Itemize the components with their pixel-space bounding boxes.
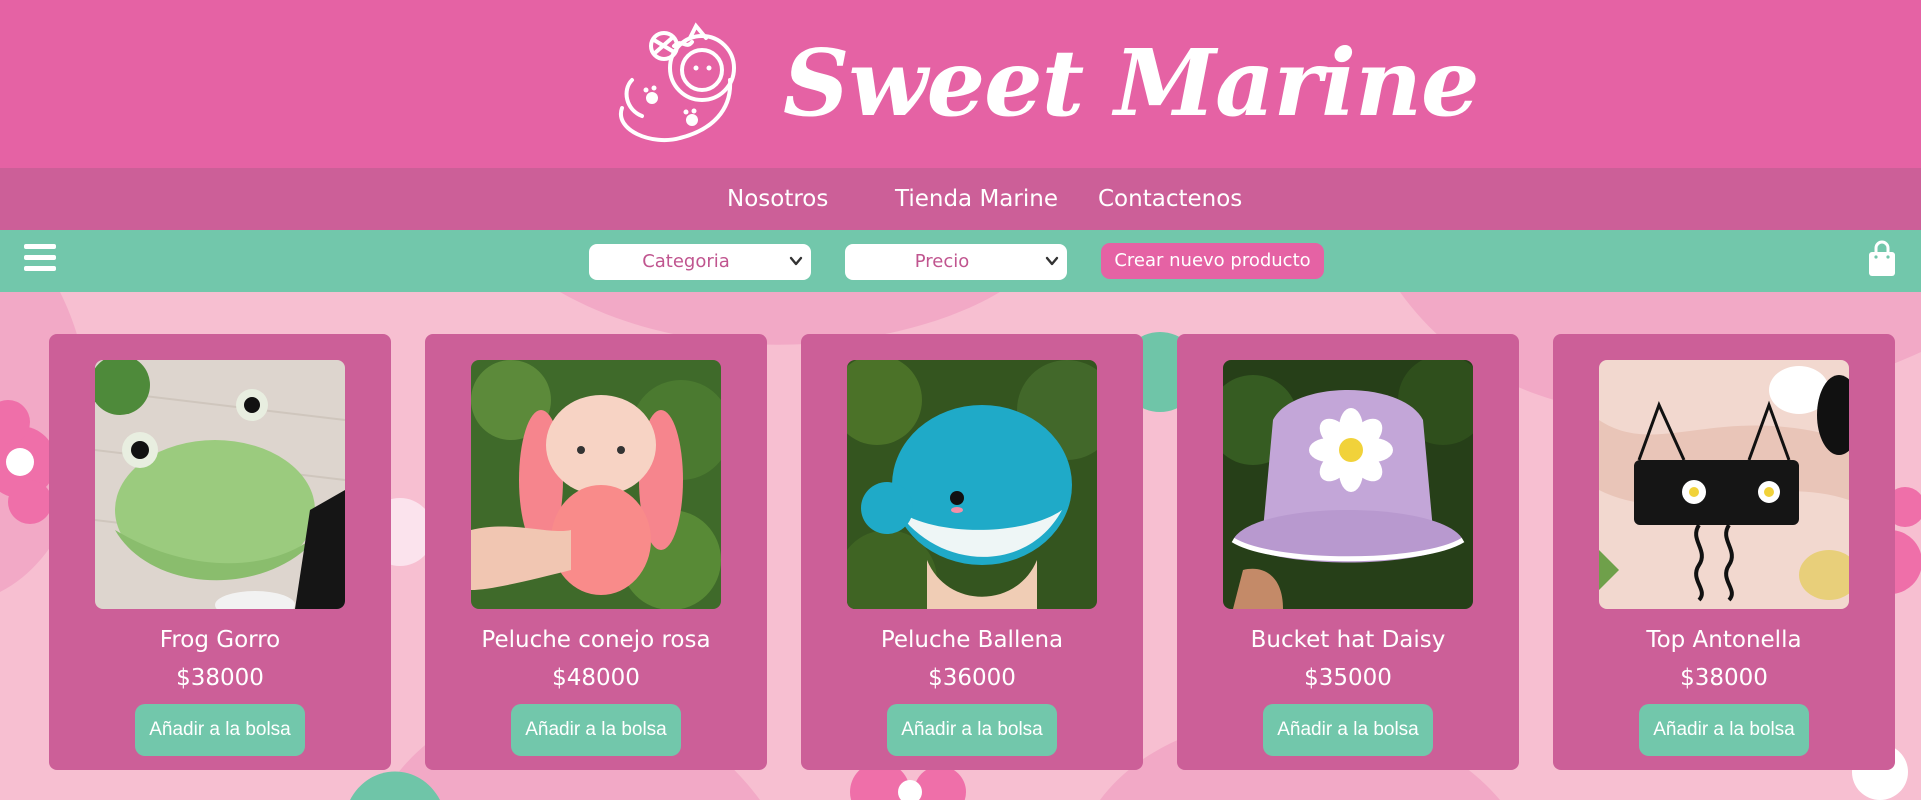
pink-bunny-image [471,360,721,609]
product-card: Bucket hat Daisy $35000 Añadir a la bols… [1177,334,1519,770]
nav-link-contactenos[interactable]: Contactenos [1098,184,1242,214]
add-to-bag-button[interactable]: Añadir a la bolsa [511,704,681,756]
product-image [1223,360,1473,609]
add-to-bag-button[interactable]: Añadir a la bolsa [1639,704,1809,756]
product-image [847,360,1097,609]
product-price: $38000 [176,665,264,691]
product-image [95,360,345,609]
product-card: Frog Gorro $38000 Añadir a la bolsa [49,334,391,770]
create-product-button[interactable]: Crear nuevo producto [1101,243,1324,279]
brand-name[interactable]: Sweet Marine [783,28,1480,138]
add-to-bag-button[interactable]: Añadir a la bolsa [135,704,305,756]
black-top-image [1599,360,1849,609]
product-title: Top Antonella [1646,627,1802,653]
product-card: Top Antonella $38000 Añadir a la bolsa [1553,334,1895,770]
blue-whale-image [847,360,1097,609]
frog-hat-image [95,360,345,609]
add-to-bag-button[interactable]: Añadir a la bolsa [887,704,1057,756]
product-title: Peluche conejo rosa [481,627,711,653]
chevron-down-icon [1045,256,1059,266]
product-title: Frog Gorro [159,627,281,653]
category-select[interactable]: Categoria [589,244,811,280]
product-card: Peluche Ballena $36000 Añadir a la bolsa [801,334,1143,770]
site-header: Sweet Marine [0,0,1921,168]
product-price: $36000 [928,665,1016,691]
daisy-hat-image [1223,360,1473,609]
add-to-bag-button[interactable]: Añadir a la bolsa [1263,704,1433,756]
product-price: $48000 [552,665,640,691]
chevron-down-icon [789,256,803,266]
nav-link-tienda-marine[interactable]: Tienda Marine [895,184,1058,214]
shopping-bag-icon[interactable] [1867,240,1897,278]
cat-astronaut-logo-icon[interactable] [612,20,758,148]
filter-toolbar: Categoria Precio Crear nuevo producto [0,230,1921,292]
product-price: $38000 [1680,665,1768,691]
product-card: Peluche conejo rosa $48000 Añadir a la b… [425,334,767,770]
product-title: Peluche Ballena [880,627,1064,653]
product-image [471,360,721,609]
nav-link-nosotros[interactable]: Nosotros [727,184,828,214]
main-nav: Nosotros Tienda Marine Contactenos [0,168,1921,230]
price-select[interactable]: Precio [845,244,1067,280]
product-image [1599,360,1849,609]
price-select-value: Precio [914,251,970,272]
hamburger-menu-icon[interactable] [24,241,56,275]
product-price: $35000 [1304,665,1392,691]
category-select-value: Categoria [642,251,730,272]
product-title: Bucket hat Daisy [1250,627,1446,653]
